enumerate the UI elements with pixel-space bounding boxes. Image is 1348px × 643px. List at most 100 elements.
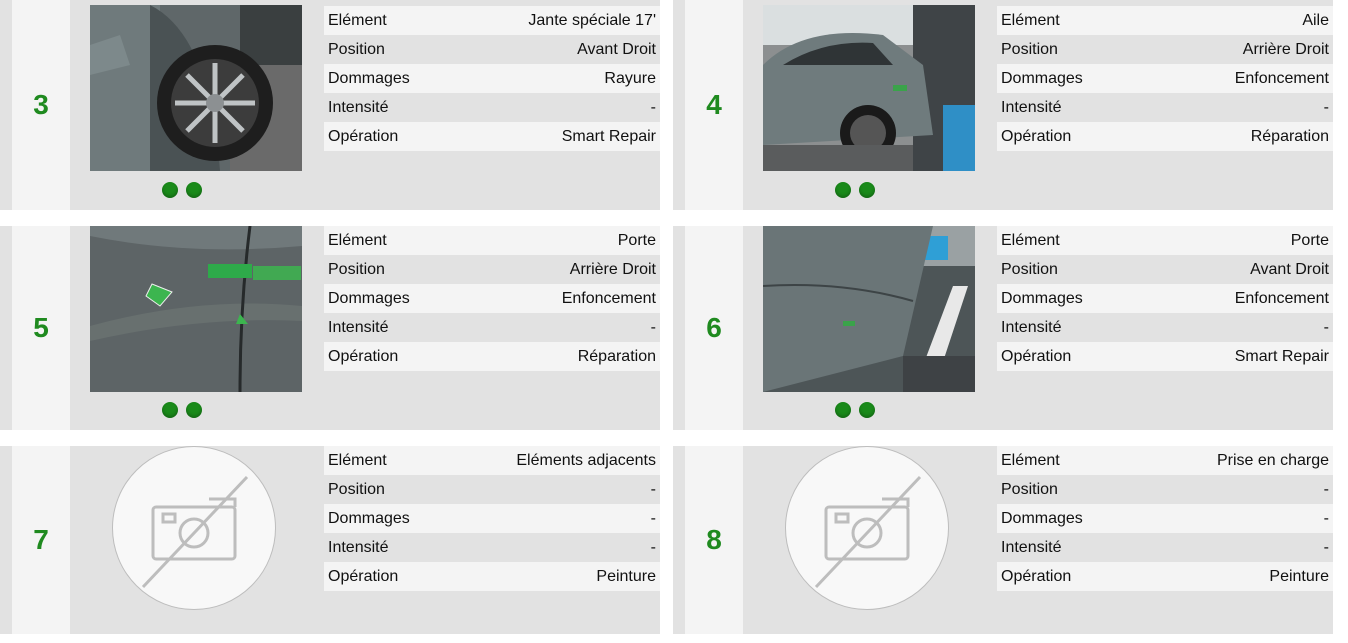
detail-label: Opération bbox=[1001, 128, 1072, 145]
photo-pagination bbox=[162, 182, 222, 200]
detail-row-position: Position Avant Droit bbox=[324, 35, 660, 64]
no-photo-placeholder bbox=[785, 446, 949, 610]
detail-row-element: Elément Jante spéciale 17' bbox=[324, 6, 660, 35]
detail-value: Rayure bbox=[604, 70, 656, 87]
detail-row-operation: Opération Peinture bbox=[324, 562, 660, 591]
damage-number: 5 bbox=[33, 312, 49, 343]
detail-value: Prise en charge bbox=[1216, 452, 1329, 469]
damage-card-6: 6 Elément Porte Position Avant Droit Domma… bbox=[673, 226, 1333, 430]
pagination-dot[interactable] bbox=[859, 182, 875, 198]
detail-value: - bbox=[650, 319, 656, 336]
detail-label: Intensité bbox=[328, 319, 389, 336]
detail-value: - bbox=[1323, 539, 1329, 556]
detail-row-position: Position - bbox=[324, 475, 660, 504]
detail-label: Opération bbox=[328, 128, 399, 145]
detail-label: Elément bbox=[328, 452, 387, 469]
detail-label: Opération bbox=[1001, 568, 1072, 585]
detail-value: Aile bbox=[1302, 12, 1329, 29]
detail-value: Jante spéciale 17' bbox=[528, 12, 656, 29]
detail-value: - bbox=[1323, 481, 1329, 498]
detail-value: Enfoncement bbox=[561, 290, 656, 307]
damage-number-column: 7 bbox=[12, 446, 70, 634]
detail-row-operation: Opération Peinture bbox=[997, 562, 1333, 591]
no-photo-icon bbox=[814, 475, 922, 589]
detail-row-intensite: Intensité - bbox=[997, 533, 1333, 562]
car-rear-photo-icon bbox=[763, 5, 975, 171]
pagination-dot[interactable] bbox=[859, 402, 875, 418]
damage-photo[interactable] bbox=[90, 5, 302, 171]
detail-value: - bbox=[650, 510, 656, 527]
detail-label: Dommages bbox=[328, 510, 410, 527]
pagination-dot[interactable] bbox=[835, 182, 851, 198]
detail-row-intensite: Intensité - bbox=[324, 313, 660, 342]
damage-details: Elément Jante spéciale 17' Position Avant … bbox=[324, 6, 660, 151]
detail-row-operation: Opération Réparation bbox=[324, 342, 660, 371]
detail-value: Porte bbox=[1290, 232, 1329, 249]
detail-row-intensite: Intensité - bbox=[324, 93, 660, 122]
pagination-dot[interactable] bbox=[186, 182, 202, 198]
detail-label: Opération bbox=[328, 348, 399, 365]
detail-label: Intensité bbox=[1001, 319, 1062, 336]
detail-label: Intensité bbox=[1001, 539, 1062, 556]
detail-value: Arrière Droit bbox=[569, 261, 656, 278]
damage-photo[interactable] bbox=[90, 226, 302, 392]
damage-details: Elément Porte Position Avant Droit Dommage… bbox=[997, 226, 1333, 371]
detail-label: Opération bbox=[1001, 348, 1072, 365]
pagination-dot[interactable] bbox=[186, 402, 202, 418]
detail-label: Dommages bbox=[1001, 70, 1083, 87]
detail-label: Intensité bbox=[1001, 99, 1062, 116]
damage-photo[interactable] bbox=[763, 226, 975, 392]
detail-label: Intensité bbox=[328, 99, 389, 116]
detail-value: - bbox=[1323, 319, 1329, 336]
detail-label: Position bbox=[1001, 261, 1058, 278]
detail-value: Enfoncement bbox=[1234, 290, 1329, 307]
damage-number-column: 3 bbox=[12, 0, 70, 210]
detail-row-position: Position Arrière Droit bbox=[997, 35, 1333, 64]
pagination-dot[interactable] bbox=[162, 182, 178, 198]
photo-pagination bbox=[162, 402, 222, 420]
no-photo-icon bbox=[141, 475, 249, 589]
detail-label: Dommages bbox=[328, 290, 410, 307]
pagination-dot[interactable] bbox=[162, 402, 178, 418]
detail-value: Réparation bbox=[1250, 128, 1329, 145]
detail-value: - bbox=[1323, 99, 1329, 116]
detail-value: - bbox=[650, 481, 656, 498]
damage-number: 7 bbox=[33, 524, 49, 555]
detail-label: Elément bbox=[1001, 452, 1060, 469]
detail-value: Peinture bbox=[1269, 568, 1329, 585]
detail-value: Enfoncement bbox=[1234, 70, 1329, 87]
detail-value: Smart Repair bbox=[561, 128, 656, 145]
damage-card-5: 5 Elément Porte Position Arrière Droit Dom… bbox=[0, 226, 660, 430]
detail-row-element: Elément Porte bbox=[997, 226, 1333, 255]
detail-label: Elément bbox=[1001, 12, 1060, 29]
detail-label: Position bbox=[328, 41, 385, 58]
detail-row-intensite: Intensité - bbox=[324, 533, 660, 562]
detail-label: Position bbox=[1001, 41, 1058, 58]
detail-value: Eléments adjacents bbox=[516, 452, 656, 469]
detail-label: Dommages bbox=[328, 70, 410, 87]
detail-row-dommages: Dommages - bbox=[997, 504, 1333, 533]
detail-row-position: Position Avant Droit bbox=[997, 255, 1333, 284]
detail-value: Réparation bbox=[577, 348, 656, 365]
detail-value: - bbox=[650, 99, 656, 116]
damage-card-7: 7 Elément Eléments adjacents Position - Do… bbox=[0, 446, 660, 634]
damage-card-8: 8 Elément Prise en charge Position - Domma… bbox=[673, 446, 1333, 634]
detail-value: Smart Repair bbox=[1234, 348, 1329, 365]
detail-row-dommages: Dommages Rayure bbox=[324, 64, 660, 93]
detail-row-position: Position - bbox=[997, 475, 1333, 504]
detail-row-intensite: Intensité - bbox=[997, 93, 1333, 122]
detail-row-dommages: Dommages - bbox=[324, 504, 660, 533]
detail-value: Avant Droit bbox=[1250, 261, 1329, 278]
pagination-dot[interactable] bbox=[835, 402, 851, 418]
car-wheel-photo-icon bbox=[90, 5, 302, 171]
detail-label: Elément bbox=[1001, 232, 1060, 249]
damage-number: 4 bbox=[706, 89, 722, 120]
detail-row-position: Position Arrière Droit bbox=[324, 255, 660, 284]
detail-row-operation: Opération Smart Repair bbox=[997, 342, 1333, 371]
damage-number: 6 bbox=[706, 312, 722, 343]
detail-label: Dommages bbox=[1001, 290, 1083, 307]
damage-number-column: 6 bbox=[685, 226, 743, 430]
damage-photo[interactable] bbox=[763, 5, 975, 171]
detail-row-intensite: Intensité - bbox=[997, 313, 1333, 342]
detail-value: Peinture bbox=[596, 568, 656, 585]
